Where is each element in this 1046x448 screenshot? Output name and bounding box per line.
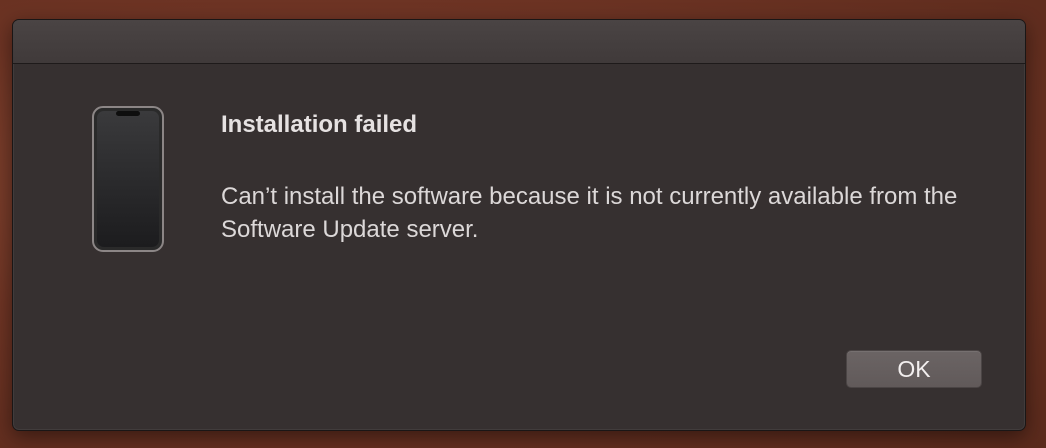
dialog-titlebar [13, 20, 1025, 64]
iphone-device-icon [92, 106, 164, 252]
dialog-message: Can’t install the software because it is… [221, 183, 958, 243]
dialog-title: Installation failed [221, 111, 418, 138]
ok-button[interactable]: OK [846, 350, 982, 388]
installation-failed-dialog: Installation failed Can’t install the so… [12, 19, 1026, 431]
